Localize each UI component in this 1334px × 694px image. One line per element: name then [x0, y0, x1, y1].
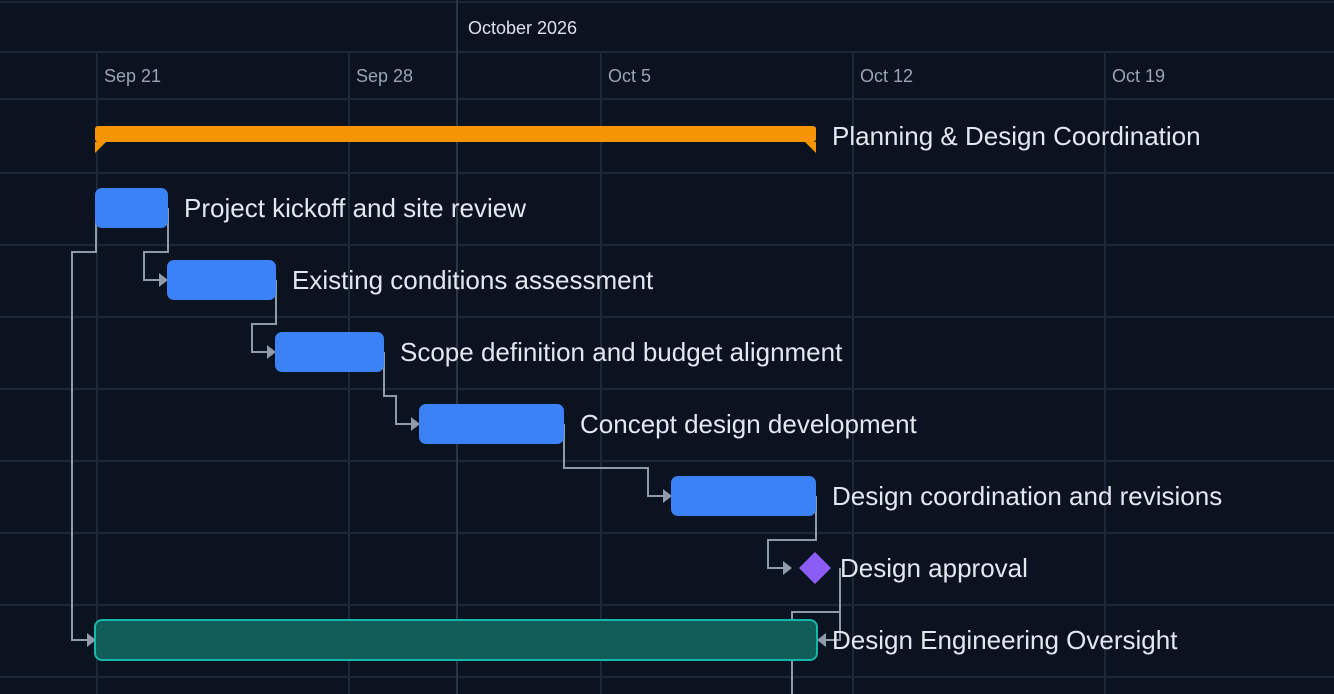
arrowhead: [817, 633, 826, 647]
connector-kickoff-to-oversight: [71, 208, 97, 641]
day-header: Sep 21: [104, 66, 162, 86]
task-label-coordination: Design coordination and revisions: [832, 481, 1223, 511]
day-header: Oct 5: [608, 66, 652, 86]
task-bar-scope[interactable]: [275, 332, 384, 372]
task-bar-assessment[interactable]: [167, 260, 276, 300]
arrowhead: [663, 489, 672, 503]
arrowhead: [267, 345, 276, 359]
hammock-bar[interactable]: [94, 619, 818, 661]
task-label-approval: Design approval: [840, 553, 1028, 583]
arrowhead: [783, 561, 792, 575]
task-label-oversight: Design Engineering Oversight: [832, 625, 1178, 655]
task-label-scope: Scope definition and budget alignment: [400, 337, 843, 367]
day-header: Oct 19: [1112, 66, 1166, 86]
task-bar-coordination[interactable]: [671, 476, 816, 516]
task-bar-concept[interactable]: [419, 404, 564, 444]
task-label-summary: Planning & Design Coordination: [832, 121, 1201, 151]
task-label-assessment: Existing conditions assessment: [292, 265, 654, 295]
milestone-diamond[interactable]: [799, 552, 831, 584]
task-bar-kickoff[interactable]: [95, 188, 168, 228]
month-header: October 2026: [468, 18, 578, 38]
summary-bar[interactable]: [95, 126, 816, 153]
day-header: Oct 12: [860, 66, 914, 86]
task-label-kickoff: Project kickoff and site review: [184, 193, 526, 223]
arrowhead: [159, 273, 168, 287]
day-header: Sep 28: [356, 66, 414, 86]
task-label-concept: Concept design development: [580, 409, 917, 439]
arrowhead: [411, 417, 420, 431]
